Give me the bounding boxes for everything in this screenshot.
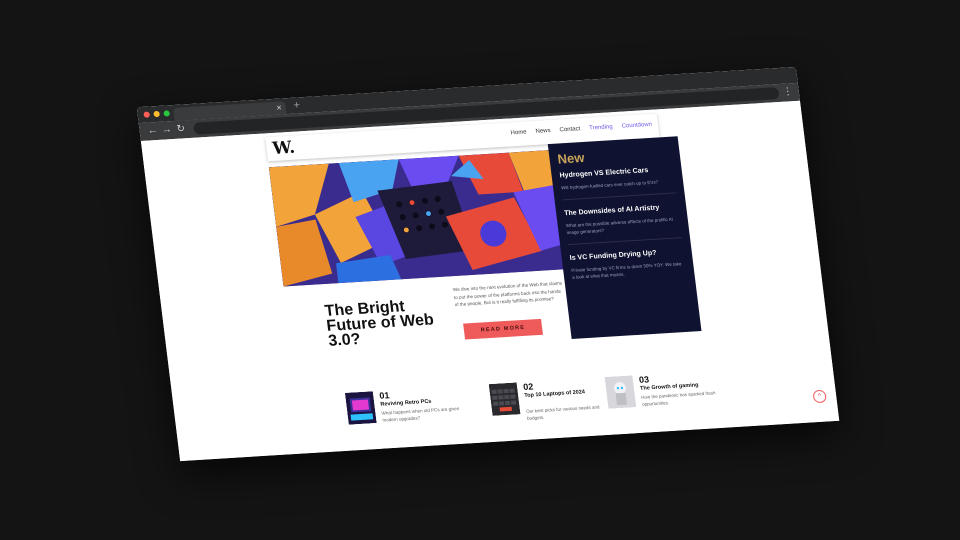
web-page: W. Home News Contact Trending Countdown <box>140 100 840 462</box>
article-card[interactable]: 01 Reviving Retro PCs What happens when … <box>344 385 474 438</box>
hero-artwork <box>268 150 566 287</box>
retro-pc-image <box>344 391 377 425</box>
article-description: Our best picks for various needs and bud… <box>525 404 600 421</box>
article-number: 02 <box>522 381 534 392</box>
tab-close-icon[interactable]: × <box>276 101 283 114</box>
nav-item-countdown[interactable]: Countdown <box>621 122 652 130</box>
article-card[interactable]: 02 Top 10 Laptops of 2024 Our best picks… <box>488 377 618 430</box>
sidebar-article-text: Private funding by VC firms is down 50% … <box>570 261 682 280</box>
sidebar-article[interactable]: The Downsides of AI Artistry What are th… <box>563 203 683 246</box>
maximize-window-button[interactable] <box>163 110 171 117</box>
reload-icon[interactable]: ↻ <box>176 122 186 136</box>
article-number: 03 <box>638 374 650 385</box>
sidebar-article[interactable]: Is VC Funding Drying Up? Private funding… <box>569 248 687 289</box>
nav-item-trending[interactable]: Trending <box>589 124 613 131</box>
featured-lead-text: We dive into the next evolution of the W… <box>452 280 563 308</box>
nav-item-home[interactable]: Home <box>510 129 527 136</box>
nav-item-contact[interactable]: Contact <box>559 126 580 133</box>
minimize-window-button[interactable] <box>153 110 161 118</box>
hero-image[interactable] <box>268 150 566 287</box>
sidebar-heading: New <box>556 150 586 167</box>
site-nav: Home News Contact Trending Countdown <box>510 122 652 137</box>
stage: × + ← → ↻ ⋮ W. Home News Contact Trendin… <box>0 0 960 540</box>
new-articles-sidebar: New Hydrogen VS Electric Cars Will hydro… <box>547 136 702 339</box>
article-thumbnail[interactable] <box>604 375 637 409</box>
article-thumbnail[interactable] <box>488 382 521 416</box>
sidebar-article-title[interactable]: Is VC Funding Drying Up? <box>569 248 684 262</box>
featured-headline[interactable]: The Bright Future of Web 3.0? <box>324 297 449 350</box>
sidebar-article-text: Will hydrogen-fuelled cars ever catch up… <box>560 179 659 191</box>
read-more-button[interactable]: READ MORE <box>463 318 543 340</box>
close-window-button[interactable] <box>143 111 151 118</box>
browser-window: × + ← → ↻ ⋮ W. Home News Contact Trendin… <box>136 66 840 462</box>
forward-arrow-icon[interactable]: → <box>161 123 173 138</box>
back-to-top-button[interactable]: ^ <box>812 389 827 404</box>
nav-item-news[interactable]: News <box>535 128 551 135</box>
sidebar-article[interactable]: Hydrogen VS Electric Cars Will hydrogen-… <box>559 165 677 201</box>
browser-menu-icon[interactable]: ⋮ <box>782 85 794 100</box>
site-logo[interactable]: W. <box>271 138 296 159</box>
sidebar-article-title[interactable]: The Downsides of AI Artistry <box>564 203 679 217</box>
article-number: 01 <box>378 390 391 401</box>
sidebar-article-text: What are the possible adverse effects of… <box>565 216 674 236</box>
article-title[interactable]: Top 10 Laptops of 2024 <box>524 388 613 400</box>
article-description: What happens when old PCs are given mode… <box>381 405 460 423</box>
new-tab-button[interactable]: + <box>293 98 301 112</box>
sidebar-article-title[interactable]: Hydrogen VS Electric Cars <box>559 166 674 179</box>
article-card[interactable]: 03 The Growth of gaming How the pandemic… <box>604 369 734 422</box>
back-arrow-icon[interactable]: ← <box>147 124 159 139</box>
article-thumbnail[interactable] <box>344 391 377 425</box>
gaming-robot-image <box>604 375 637 409</box>
window-controls <box>143 110 171 118</box>
laptop-keyboard-image <box>488 382 521 416</box>
article-description: How the pandemic has sparked fresh oppor… <box>640 390 716 407</box>
